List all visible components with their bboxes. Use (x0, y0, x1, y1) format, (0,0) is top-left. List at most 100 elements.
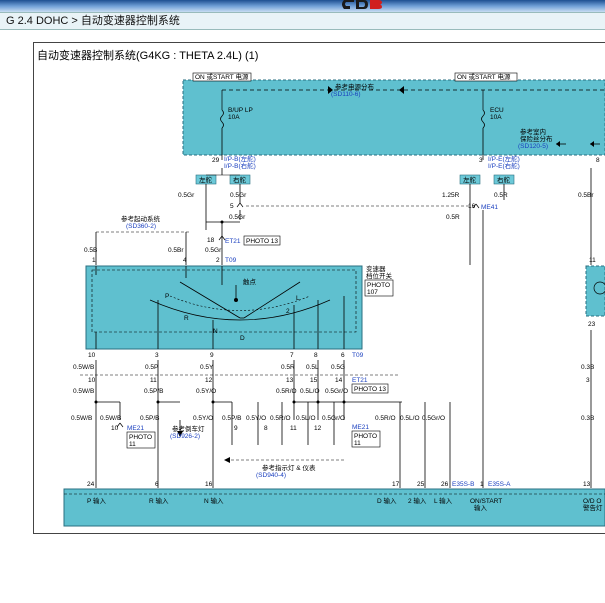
range-switch-module (85, 265, 363, 350)
ipb-label-1[interactable]: I/P-B(左舵) (224, 154, 256, 163)
me41-connector[interactable]: ME41 (481, 204, 498, 211)
wire-05br-b: 0.5Br (168, 247, 184, 254)
input-od-1: O/D O (583, 498, 601, 505)
position-N: N (213, 328, 218, 335)
connector-8: 8 (596, 157, 600, 164)
fuse-bup-amp: 10A (228, 114, 240, 121)
input-2: 2 输入 (408, 496, 427, 505)
wire-05r-c: 0.5R (281, 364, 295, 371)
on-start-label: ON 或START 电源 (195, 72, 249, 81)
photo13-b[interactable]: PHOTO 13 (354, 386, 386, 393)
wire-05gro-a: 0.5Gr/O (325, 388, 348, 395)
ref-start: 参考起动系统 (121, 214, 161, 223)
me21-connector-b[interactable]: ME21 (352, 424, 369, 431)
wire-05wb-a: 0.5W/B (73, 364, 94, 371)
photo11-a-2[interactable]: 11 (129, 441, 136, 448)
wire-05yo-b: 0.5Y/O (193, 415, 213, 422)
ref-indicator-code[interactable]: (SD940-4) (256, 472, 286, 479)
wire-03b-a: 0.3B (581, 364, 594, 371)
pin-13: 13 (583, 481, 591, 488)
conn-12: 12 (205, 377, 213, 384)
input-l: L 输入 (434, 496, 453, 505)
position-P: P (165, 293, 169, 300)
ipb-label-2[interactable]: I/P-B(右舵) (224, 161, 256, 170)
connector-29: 29 (212, 157, 220, 164)
wire-05lo-a: 0.5L/O (300, 388, 320, 395)
wire-05ro-c: 0.5R/O (375, 415, 396, 422)
ref-power-dist-code[interactable]: (SD110-6) (331, 91, 361, 98)
conn-15: 15 (310, 377, 318, 384)
ref-interior-2: 保险丝分布 (520, 134, 553, 143)
wiring-diagram: ON 或START 电源 ON 或START 电源 参考电源分布 (SD110-… (63, 72, 605, 527)
wire-05yo-c: 0.5Y/O (246, 415, 266, 422)
switch-photo-2[interactable]: 107 (367, 289, 378, 296)
photo11-b-2[interactable]: 11 (354, 440, 361, 447)
pin-11-right: 11 (589, 257, 596, 264)
pin-8: 8 (314, 352, 318, 359)
input-r: R 输入 (149, 496, 169, 505)
wire-05gro-b: 0.5Gr/O (322, 415, 345, 422)
wire-05pb-a: 0.5P/B (144, 388, 164, 395)
pin-12b: 12 (314, 425, 322, 432)
switch-title-1: 变速器 (366, 264, 386, 273)
pin-26: 26 (441, 481, 449, 488)
wire-05wb-b: 0.5W/B (73, 388, 94, 395)
ref-start-code[interactable]: (SD360-2) (126, 223, 156, 230)
contact-label: 触点 (243, 277, 257, 286)
wire-05lo-c: 0.5L/O (400, 415, 420, 422)
position-L: L (296, 295, 300, 302)
switch-title-2: 档位开关 (366, 271, 393, 280)
e35sa-connector[interactable]: E35S-A (488, 481, 511, 488)
rhd-label-1: 右舵 (233, 175, 247, 184)
et21-connector-b[interactable]: ET21 (352, 377, 368, 384)
et21-connector-a[interactable]: ET21 (225, 238, 241, 245)
t09-connector-a[interactable]: T09 (225, 257, 237, 264)
input-p: P 输入 (87, 496, 107, 505)
ref-indicator: 参考指示灯 & 仪表 (262, 463, 316, 472)
pin-11b: 11 (290, 425, 297, 432)
pin-2: 2 (216, 257, 220, 264)
wire-05yo-a: 0.5Y/O (196, 388, 216, 395)
input-d: D 输入 (377, 496, 397, 505)
wire-03b-b: 0.3B (581, 415, 594, 422)
conn-13: 13 (286, 377, 294, 384)
pin-24: 24 (87, 481, 95, 488)
wire-05br: 0.5Br (578, 192, 594, 199)
wire-05gr-b: 0.5Gr (230, 192, 247, 199)
pin-6: 6 (341, 352, 345, 359)
fuse-ecu: ECU (490, 107, 504, 114)
lhd-label-2: 左舵 (463, 175, 477, 184)
pin-9b: 9 (234, 425, 238, 432)
me21-connector-a[interactable]: ME21 (127, 425, 144, 432)
pin-25: 25 (417, 481, 425, 488)
pin-9: 9 (210, 352, 214, 359)
wire-05r-b: 0.5R (446, 214, 460, 221)
wire-05l-a: 0.5L (306, 364, 319, 371)
photo11-a-1[interactable]: PHOTO (129, 434, 152, 441)
wire-05y-a: 0.5Y (200, 364, 214, 371)
ref-reverse-code[interactable]: (SD926-2) (170, 433, 200, 440)
photo13-a[interactable]: PHOTO 13 (246, 238, 278, 245)
wire-05lo-b: 0.5L/O (296, 415, 316, 422)
input-n: N 输入 (204, 496, 224, 505)
wire-05p-a: 0.5P (145, 364, 158, 371)
wire-05gr-a: 0.5Gr (178, 192, 195, 199)
ipe-label-1[interactable]: I/P-E(左舵) (488, 154, 520, 163)
pin-23-right: 23 (588, 321, 596, 328)
wire-05gr-d: 0.5Gr (205, 247, 222, 254)
fuse-bup: B/UP LP (228, 107, 253, 114)
photo11-b-1[interactable]: PHOTO (354, 433, 377, 440)
pin-7: 7 (290, 352, 294, 359)
ipe-label-2[interactable]: I/P-E(右舵) (488, 161, 520, 170)
t09-connector-b[interactable]: T09 (352, 352, 364, 359)
e35sb-connector[interactable]: E35S-B (452, 481, 474, 488)
pin-8b: 8 (264, 425, 268, 432)
fuse-ecu-amp: 10A (490, 114, 502, 121)
wire-05wb-d: 0.5W/B (100, 415, 121, 422)
position-R: R (184, 315, 189, 322)
position-D: D (240, 335, 245, 342)
switch-photo-1[interactable]: PHOTO (367, 282, 390, 289)
input-od-2: 警告灯 (583, 503, 603, 512)
ref-interior-code[interactable]: (SD120-5) (518, 143, 548, 150)
ref-reverse-lamp: 参考倒车灯 (172, 424, 205, 433)
